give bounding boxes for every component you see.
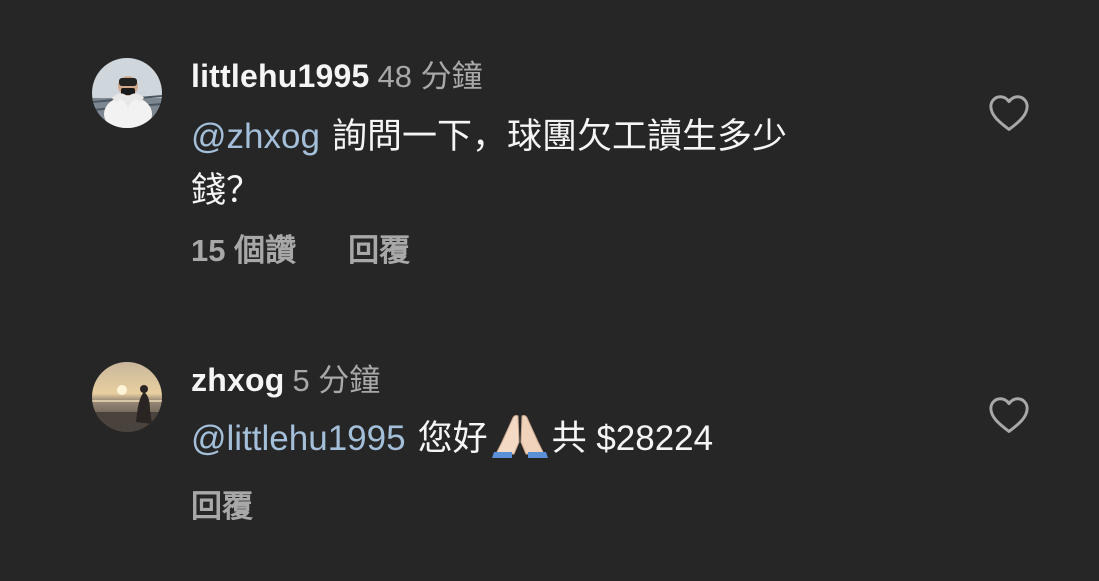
- comment-line: @littlehu1995 您好 共 $28224: [191, 412, 951, 474]
- username[interactable]: zhxog: [191, 362, 284, 398]
- comment-text-segment: 共 $28224: [551, 419, 714, 458]
- avatar[interactable]: [92, 58, 162, 128]
- mention-link[interactable]: @littlehu1995: [191, 419, 406, 458]
- timestamp: 5 分鐘: [292, 363, 381, 398]
- comment-text: @littlehu1995 您好 共 $28224: [191, 412, 951, 474]
- comment-text-segment: 錢？: [191, 171, 262, 210]
- reply-button[interactable]: 回覆: [191, 489, 253, 525]
- heart-outline-icon[interactable]: [988, 94, 1030, 132]
- comment-text-segment: 詢問一下，球團欠工讀生多少: [331, 117, 787, 156]
- reply-button[interactable]: 回覆: [348, 233, 410, 269]
- comment-header: zhxog 5 分鐘: [191, 362, 380, 405]
- comments-screen: littlehu1995 48 分鐘 @zhxog 詢問一下，球團欠工讀生多少 錢？…: [0, 0, 1099, 581]
- folded-hands-emoji: [490, 412, 550, 474]
- comment-text-segment: 您好: [417, 419, 488, 458]
- heart-outline-icon[interactable]: [988, 396, 1030, 434]
- comment-line: 錢？: [191, 164, 951, 218]
- comment-text: @zhxog 詢問一下，球團欠工讀生多少 錢？: [191, 110, 951, 218]
- comment-header: littlehu1995 48 分鐘: [191, 58, 483, 101]
- comment-line: @zhxog 詢問一下，球團欠工讀生多少: [191, 110, 951, 164]
- comment-actions: 回覆: [191, 489, 253, 525]
- mention-link[interactable]: @zhxog: [191, 117, 320, 156]
- avatar[interactable]: [92, 362, 162, 432]
- comment-actions: 15 個讚 回覆: [191, 233, 410, 269]
- timestamp: 48 分鐘: [377, 59, 483, 94]
- username[interactable]: littlehu1995: [191, 58, 369, 94]
- likes-count[interactable]: 15 個讚: [191, 233, 296, 269]
